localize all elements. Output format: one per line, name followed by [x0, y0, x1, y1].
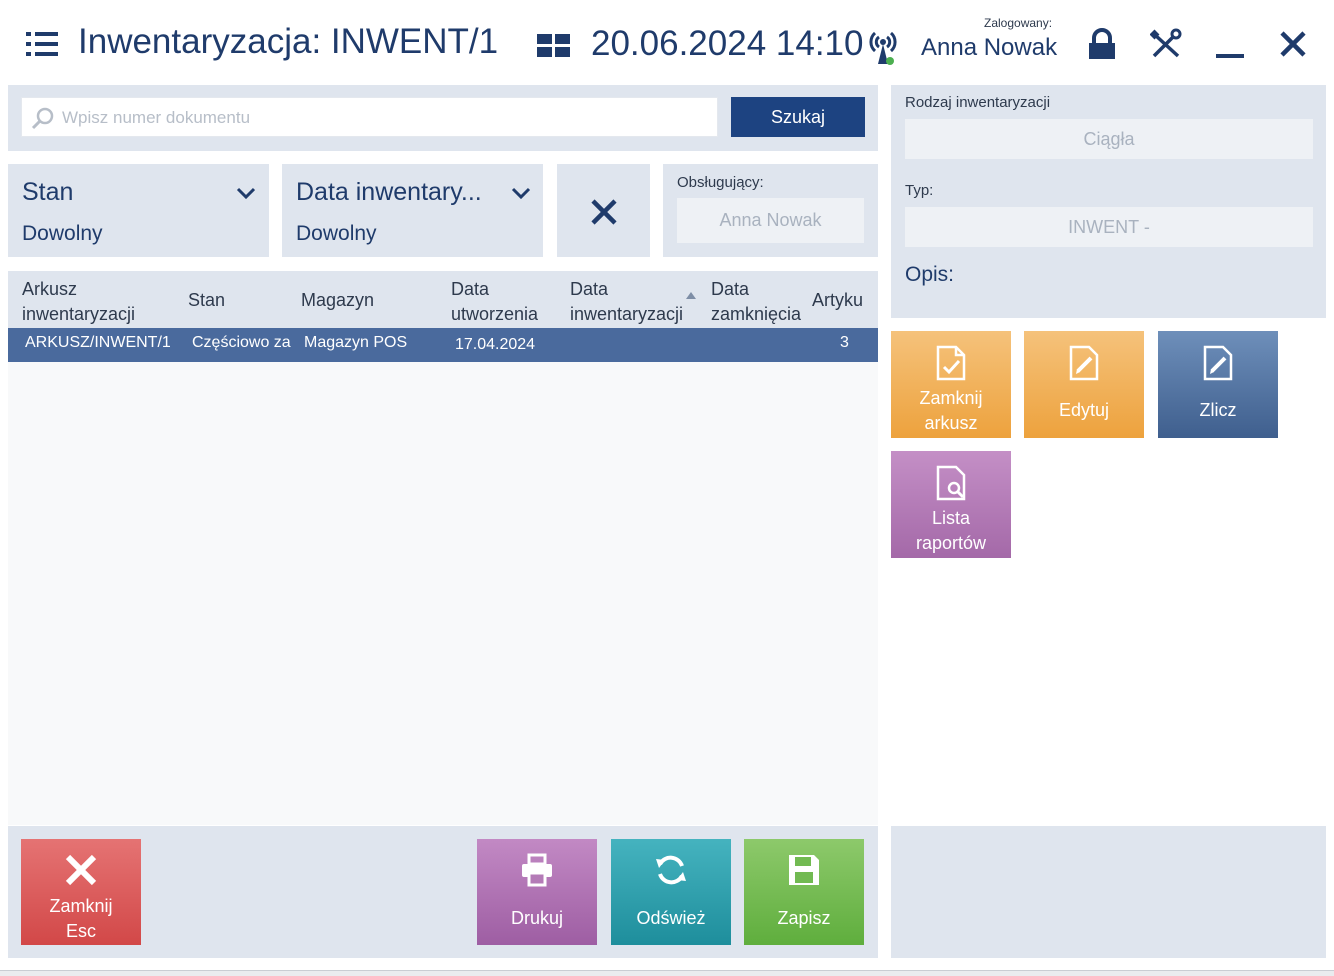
close-icon[interactable] [1277, 28, 1311, 62]
header-bar: Inwentaryzacja: INWENT/1 20.06.2024 14:1… [0, 0, 1334, 84]
column-header-data-inwentaryzacji[interactable]: Data inwentaryzacji [570, 277, 683, 327]
printer-icon [522, 853, 552, 887]
connection-antenna-icon [866, 28, 900, 66]
filter-data-title: Data inwentary... [296, 178, 482, 206]
filter-data-value: Dowolny [296, 222, 377, 245]
cell-magazyn: Magazyn POS [304, 334, 408, 351]
column-header-artykuly[interactable]: Artyku [812, 288, 878, 313]
page-title: Inwentaryzacja: INWENT/1 [78, 22, 499, 61]
logged-in-label: Zalogowany: [984, 16, 1053, 30]
bottom-right-panel [891, 826, 1326, 958]
cell-stan: Częściowo za [192, 334, 291, 351]
filter-stan-title: Stan [22, 178, 74, 206]
logged-in-user: Anna Nowak [921, 34, 1058, 61]
search-button[interactable]: Szukaj [731, 97, 865, 137]
operator-label: Obsługujący: [677, 174, 764, 191]
search-panel: Szukaj [8, 85, 878, 151]
refresh-icon [656, 855, 686, 885]
rodzaj-label: Rodzaj inwentaryzacji [905, 94, 1051, 111]
refresh-button[interactable]: Odśwież [611, 839, 731, 945]
clear-icon [591, 199, 617, 225]
cell-data-utworzenia: 17.04.2024 [455, 336, 536, 353]
chevron-down-icon [236, 187, 256, 200]
lock-icon[interactable] [1086, 28, 1120, 62]
column-header-stan[interactable]: Stan [188, 288, 225, 313]
operator-panel: Obsługujący: Anna Nowak [663, 164, 878, 257]
save-icon [789, 855, 819, 885]
operator-field: Anna Nowak [677, 198, 864, 243]
opis-label: Opis: [905, 263, 955, 286]
edit-document-icon [1069, 345, 1099, 381]
filter-stan-value: Dowolny [22, 222, 103, 245]
count-button[interactable]: Zlicz [1158, 331, 1278, 438]
table-header: Arkusz inwentaryzacji Stan Magazyn Data ut… [8, 271, 878, 328]
search-box[interactable] [21, 97, 718, 137]
chevron-down-icon [511, 187, 531, 200]
sort-ascending-icon [686, 292, 696, 299]
typ-field: INWENT - [905, 207, 1313, 247]
search-input[interactable] [62, 106, 702, 130]
typ-label: Typ: [905, 182, 934, 199]
cell-artykuly: 3 [840, 334, 849, 351]
filter-data[interactable]: Data inwentary... Dowolny [282, 164, 543, 257]
column-header-magazyn[interactable]: Magazyn [301, 288, 374, 313]
column-header-data-utworzenia[interactable]: Data utworzenia [451, 277, 538, 327]
minimize-icon[interactable] [1213, 28, 1247, 62]
close-window-button[interactable]: Zamknij Esc [21, 839, 141, 945]
grid-icon[interactable] [537, 34, 570, 58]
tools-icon[interactable] [1149, 28, 1184, 62]
filter-stan[interactable]: Stan Dowolny [8, 164, 269, 257]
save-button[interactable]: Zapisz [744, 839, 864, 945]
close-icon [65, 854, 97, 886]
current-datetime: 20.06.2024 14:10 [591, 24, 864, 63]
details-panel: Rodzaj inwentaryzacji Ciągła Typ: INWENT… [891, 85, 1326, 318]
table-row[interactable]: ARKUSZ/INWENT/1 Częściowo za Magazyn POS… [8, 328, 878, 362]
close-sheet-button[interactable]: Zamknij arkusz [891, 331, 1011, 438]
print-button[interactable]: Drukuj [477, 839, 597, 945]
window-bottom-edge [0, 970, 1334, 976]
cell-arkusz: ARKUSZ/INWENT/1 [25, 334, 171, 351]
rodzaj-field: Ciągła [905, 119, 1313, 159]
column-header-arkusz[interactable]: Arkusz inwentaryzacji [22, 277, 135, 327]
column-header-data-zamkniecia[interactable]: Data zamknięcia [711, 277, 801, 327]
clear-filters-button[interactable] [557, 164, 650, 257]
count-document-icon [1203, 345, 1233, 381]
document-search-icon [936, 465, 966, 501]
document-check-icon [936, 345, 966, 381]
reports-list-button[interactable]: Lista raportów [891, 451, 1011, 558]
edit-button[interactable]: Edytuj [1024, 331, 1144, 438]
search-icon [31, 107, 54, 130]
menu-icon[interactable] [26, 30, 60, 58]
inventory-sheets-table: Arkusz inwentaryzacji Stan Magazyn Data ut… [8, 271, 878, 825]
